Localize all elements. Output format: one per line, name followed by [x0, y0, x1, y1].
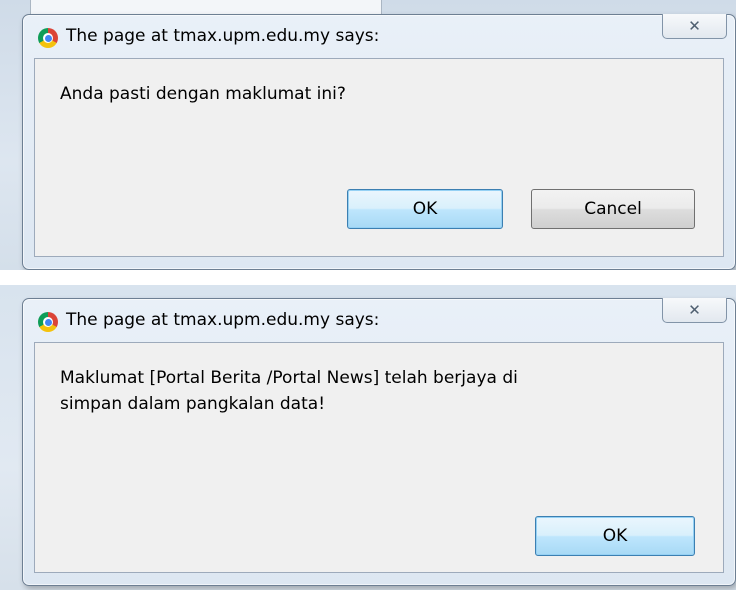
cancel-button[interactable]: Cancel: [531, 189, 695, 229]
dialog-title: The page at tmax.upm.edu.my says:: [66, 26, 380, 46]
chrome-icon: [38, 312, 58, 332]
dialog-title: The page at tmax.upm.edu.my says:: [66, 310, 380, 330]
confirm-dialog: The page at tmax.upm.edu.my says: ✕ Anda…: [22, 14, 736, 270]
alert-dialog: The page at tmax.upm.edu.my says: ✕ Makl…: [22, 298, 736, 586]
background-page-strip: [30, 0, 382, 15]
close-button[interactable]: ✕: [662, 14, 727, 39]
close-button[interactable]: ✕: [662, 298, 727, 323]
dialog-message: Maklumat [Portal Berita /Portal News] te…: [60, 368, 518, 414]
alert-screenshot: The page at tmax.upm.edu.my says: ✕ Makl…: [0, 285, 736, 590]
dialog-body: Anda pasti dengan maklumat ini? OK Cance…: [34, 58, 724, 257]
screenshot-separator: [0, 270, 736, 285]
dialog-titlebar: The page at tmax.upm.edu.my says: ✕: [23, 14, 735, 58]
ok-button[interactable]: OK: [535, 516, 695, 556]
dialog-body: Maklumat [Portal Berita /Portal News] te…: [34, 342, 724, 573]
confirm-screenshot: The page at tmax.upm.edu.my says: ✕ Anda…: [0, 0, 736, 270]
close-icon: ✕: [688, 301, 701, 319]
dialog-message: Anda pasti dengan maklumat ini?: [60, 84, 346, 104]
close-icon: ✕: [688, 17, 701, 35]
dialog-titlebar: The page at tmax.upm.edu.my says: ✕: [23, 298, 735, 342]
ok-button[interactable]: OK: [347, 189, 503, 229]
chrome-icon: [38, 28, 58, 48]
